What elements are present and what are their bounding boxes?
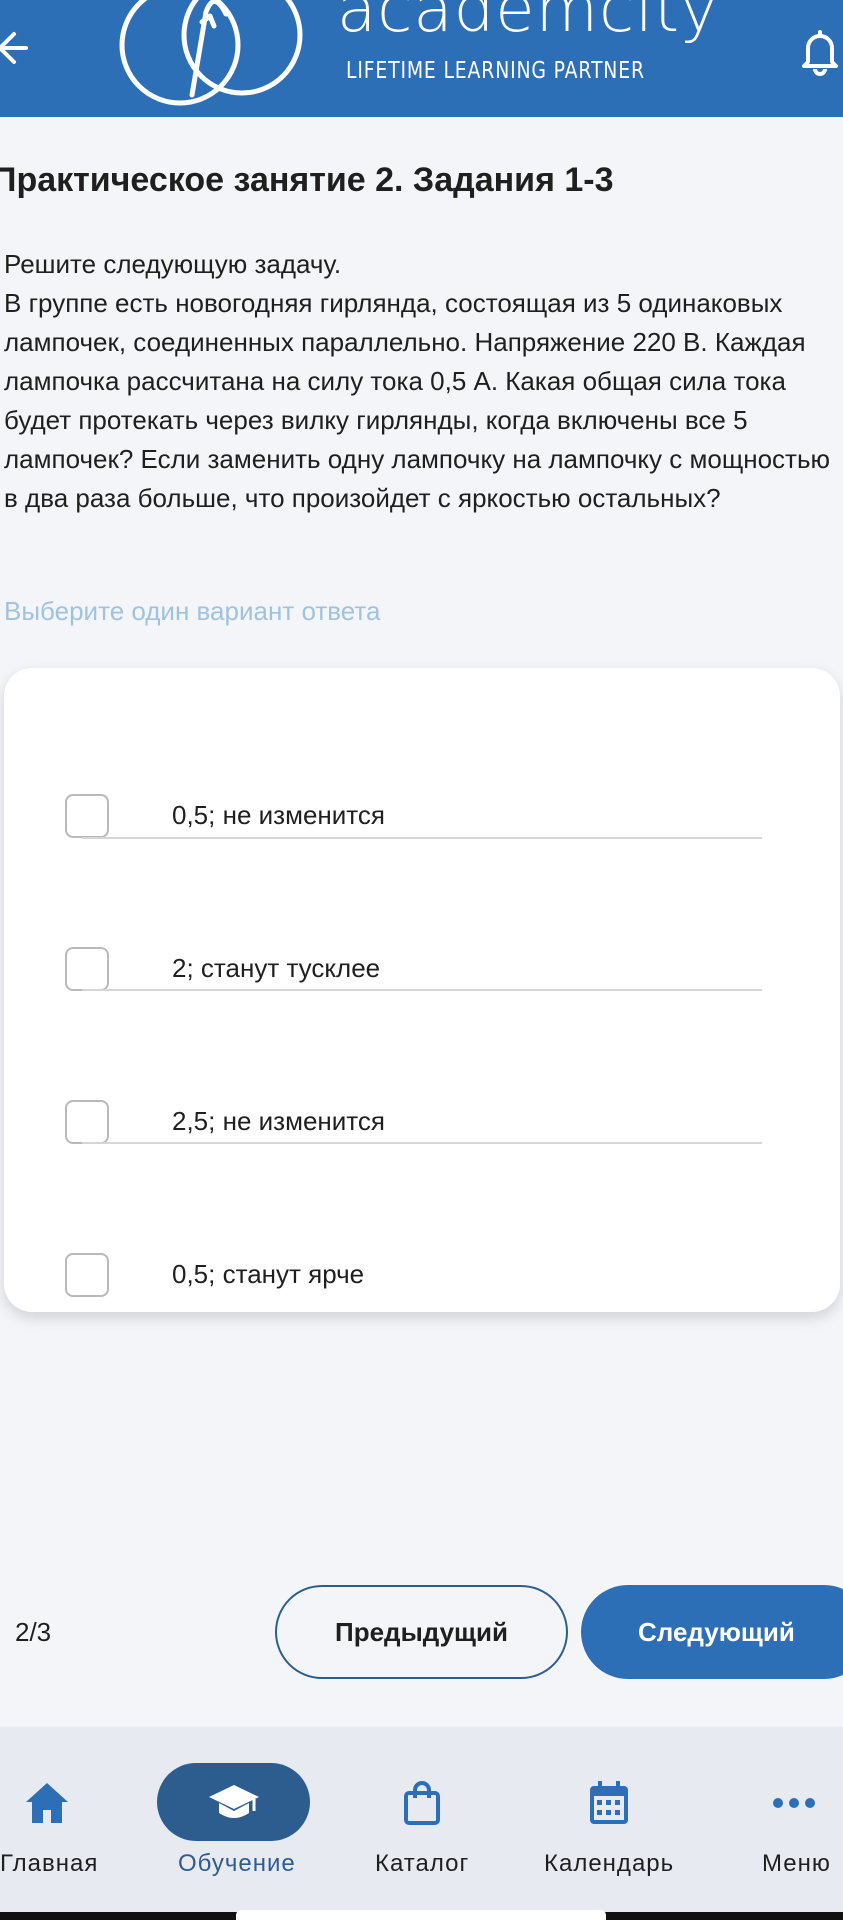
more-dots-icon (772, 1775, 816, 1831)
nav-item-home[interactable]: Главная (0, 1727, 99, 1912)
option-label: 0,5; не изменится (172, 800, 385, 830)
nav-label: Каталог (375, 1850, 470, 1877)
option-divider (82, 989, 762, 991)
option-label: 2,5; не изменится (172, 1106, 385, 1136)
answer-option[interactable]: 0,5; не изменится (4, 760, 840, 870)
option-checkbox[interactable] (65, 794, 109, 838)
page-title: Практическое занятие 2. Задания 1-3 (0, 161, 614, 199)
option-divider (82, 1142, 762, 1144)
answer-option[interactable]: 2; станут тусклее (4, 913, 840, 1023)
nav-label: Меню (762, 1850, 831, 1877)
question-text: Решите следующую задачу. В группе есть н… (4, 245, 843, 518)
bottom-navigation: Главная Обучение Каталог Календарь Меню (0, 1727, 843, 1912)
question-body: В группе есть новогодняя гирлянда, состо… (4, 288, 831, 513)
nav-item-calendar[interactable]: Календарь (540, 1727, 680, 1912)
option-divider (82, 837, 762, 839)
answer-options-card: 0,5; не изменится 2; станут тусклее 2,5;… (4, 668, 840, 1312)
brand-name: academcity (337, 0, 719, 47)
nav-label: Главная (0, 1850, 99, 1877)
answer-hint: Выберите один вариант ответа (4, 596, 381, 626)
back-button[interactable] (0, 26, 36, 70)
home-indicator[interactable] (236, 1910, 606, 1920)
nav-label: Календарь (544, 1850, 675, 1877)
graduation-cap-icon (207, 1775, 261, 1831)
calendar-icon (586, 1775, 632, 1831)
notifications-button[interactable] (800, 26, 840, 76)
nav-label: Обучение (178, 1850, 296, 1877)
answer-option[interactable]: 0,5; станут ярче (4, 1219, 840, 1329)
answer-option[interactable]: 2,5; не изменится (4, 1066, 840, 1176)
next-button[interactable]: Следующий (581, 1585, 843, 1679)
option-label: 2; станут тусклее (172, 953, 381, 983)
nav-item-menu[interactable]: Меню (755, 1727, 843, 1912)
home-icon (22, 1775, 72, 1831)
option-checkbox[interactable] (65, 1253, 109, 1297)
option-checkbox[interactable] (65, 947, 109, 991)
nav-item-catalog[interactable]: Каталог (365, 1727, 480, 1912)
question-instruction: Решите следующую задачу. (4, 249, 342, 279)
option-label: 0,5; станут ярче (172, 1259, 365, 1289)
academcity-logo-icon (119, 0, 303, 106)
app-header: academcity LIFETIME LEARNING PARTNER (0, 0, 843, 117)
page-counter: 2/3 (15, 1617, 52, 1647)
previous-button[interactable]: Предыдущий (275, 1585, 568, 1679)
brand-tagline: LIFETIME LEARNING PARTNER (346, 58, 645, 84)
option-checkbox[interactable] (65, 1100, 109, 1144)
shopping-bag-icon (400, 1775, 444, 1831)
bell-icon (802, 30, 838, 76)
arrow-left-icon (0, 32, 28, 64)
nav-item-learning[interactable]: Обучение (157, 1727, 310, 1912)
